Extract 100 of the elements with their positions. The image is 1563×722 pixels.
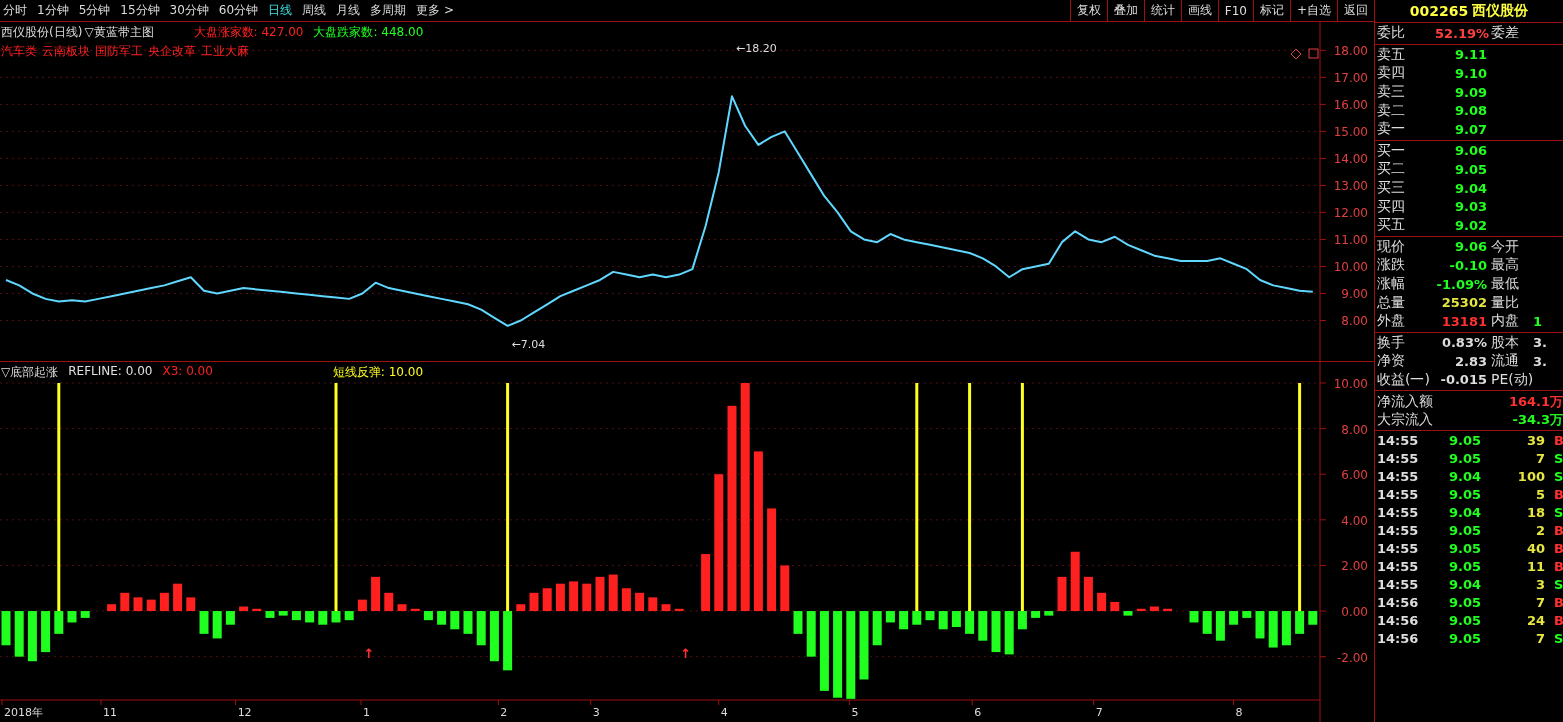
order-price: 9.08 [1453, 103, 1487, 119]
trade-side: B [1553, 594, 1563, 610]
histogram-bar [437, 611, 447, 625]
field-value: -34.3万 [1512, 411, 1563, 430]
histogram-bar [199, 611, 209, 634]
trade-side: S [1553, 468, 1563, 484]
order-price: 9.07 [1453, 121, 1487, 137]
indicator-name[interactable]: ▽底部起涨 [1, 364, 59, 381]
legend-value: 大盘跌家数: 448.00 [313, 24, 424, 41]
trade-side: S [1553, 504, 1563, 520]
date-label: 1 [363, 706, 371, 719]
axis-label: 6.00 [1341, 468, 1368, 483]
histogram-bar [674, 608, 684, 612]
histogram-bar [1255, 611, 1265, 639]
histogram-bar [991, 611, 1001, 653]
period-tab[interactable]: 更多 > [416, 2, 454, 19]
histogram-bar [793, 611, 803, 634]
histogram-bar [899, 611, 909, 630]
histogram-bar [173, 583, 183, 612]
period-tab[interactable]: 1分钟 [37, 2, 69, 19]
price-marker: ←7.04 [511, 337, 546, 351]
trade-volume: 40 [1525, 540, 1545, 556]
arrow-marker: ↑ [680, 645, 692, 661]
field-value: 3. [1533, 335, 1548, 351]
date-label: 5 [851, 706, 859, 719]
histogram-bar [1057, 576, 1067, 612]
axis-label: 10.00 [1333, 260, 1368, 275]
histogram-bar [186, 597, 196, 612]
histogram-bar [80, 611, 90, 618]
date-label: 11 [103, 706, 117, 719]
sector-tag[interactable]: 工业大麻 [201, 43, 249, 60]
square-icon [1308, 48, 1319, 59]
axis-label: 18.00 [1333, 44, 1368, 59]
histogram-bar [701, 554, 711, 612]
sector-tag[interactable]: 云南板块 [42, 43, 90, 60]
trade-price: 9.05 [1447, 558, 1481, 574]
axis-label: 4.00 [1341, 513, 1368, 528]
stock-code: 002265 [1409, 3, 1469, 19]
trade-time: 14:55 [1377, 486, 1420, 502]
axis-label: 13.00 [1333, 179, 1368, 194]
field-value: 9.06 [1453, 239, 1487, 255]
date-label: 2018年 [4, 706, 43, 719]
field-label: 总量 [1377, 293, 1406, 312]
trade-time: 14:56 [1377, 612, 1420, 628]
histogram-bar [212, 611, 222, 639]
period-tab[interactable]: 60分钟 [218, 2, 259, 19]
indicator-name[interactable]: ▽黄蓝带主图 [84, 24, 154, 41]
histogram-bar [410, 608, 420, 612]
axis-label: 12.00 [1333, 206, 1368, 221]
field-value: 13181 [1440, 313, 1487, 329]
histogram-bar [489, 611, 499, 662]
histogram-bar [1189, 611, 1199, 623]
histogram-bar [938, 611, 948, 630]
order-level: 买三 [1377, 179, 1406, 198]
field-value: 3. [1533, 353, 1548, 369]
histogram-bar [1017, 611, 1027, 630]
period-tab[interactable]: 日线 [268, 2, 293, 19]
diamond-icon [1290, 48, 1302, 60]
period-tab[interactable]: 5分钟 [78, 2, 111, 19]
period-tab[interactable]: 月线 [336, 2, 361, 19]
axis-label: 8.00 [1341, 314, 1368, 329]
trade-time: 14:55 [1377, 504, 1420, 520]
trade-volume: 3 [1534, 576, 1545, 592]
date-label: 7 [1095, 706, 1103, 719]
period-tab[interactable]: 多周期 [370, 2, 407, 19]
period-tab[interactable]: 30分钟 [169, 2, 209, 19]
sector-tag[interactable]: 汽车类 [1, 43, 37, 60]
histogram-bar [965, 611, 975, 634]
legend-value: REFLINE: 0.00 [68, 364, 153, 380]
trade-time: 14:55 [1377, 468, 1420, 484]
histogram-bar [463, 611, 473, 634]
period-tab[interactable]: 周线 [302, 2, 327, 19]
histogram-bar [806, 611, 816, 657]
order-level: 买一 [1377, 141, 1406, 160]
field-label: 流通 [1490, 352, 1520, 371]
histogram-bar [450, 611, 460, 630]
histogram-bar [780, 565, 790, 612]
histogram-bar [1004, 611, 1014, 655]
histogram-bar [529, 592, 539, 612]
trade-price: 9.05 [1447, 612, 1481, 628]
trade-time: 14:55 [1377, 450, 1420, 466]
histogram-bar [159, 592, 169, 612]
period-tab[interactable]: 分时 [3, 2, 27, 19]
period-tab[interactable]: 15分钟 [120, 2, 160, 19]
field-value: 2.83 [1453, 353, 1487, 369]
legend-value: 大盘涨家数: 427.00 [193, 24, 304, 41]
sector-tag[interactable]: 国防军工 [95, 43, 143, 60]
price-marker: ←18.20 [736, 42, 777, 55]
trade-side: B [1553, 432, 1563, 448]
trade-time: 14:55 [1377, 576, 1420, 592]
trade-time: 14:55 [1377, 558, 1420, 574]
trade-price: 9.04 [1447, 576, 1481, 592]
histogram-bar [1229, 611, 1239, 625]
histogram-bar [107, 604, 117, 612]
histogram-bar [503, 611, 513, 671]
histogram-bar [1, 611, 11, 646]
sector-tag[interactable]: 央企改革 [148, 43, 196, 60]
histogram-bar [14, 611, 24, 657]
legend-value: X3: 0.00 [162, 364, 213, 380]
order-level: 买二 [1377, 160, 1406, 179]
